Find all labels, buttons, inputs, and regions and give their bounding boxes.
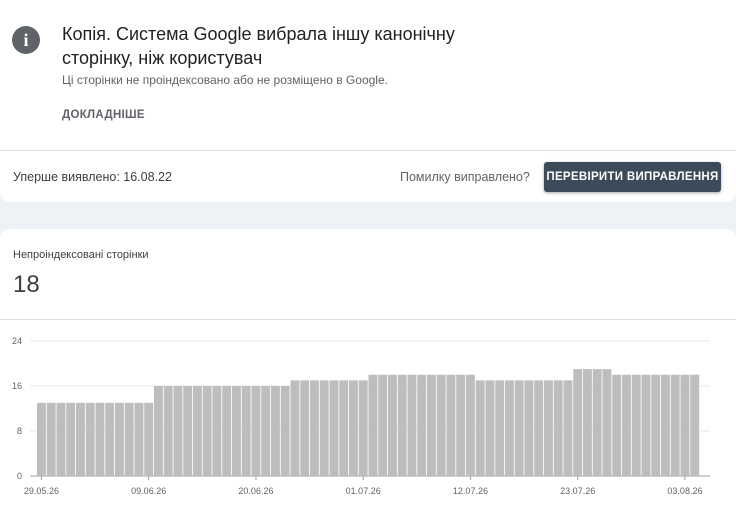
bar [573,369,583,476]
bar [56,402,66,476]
fixed-question: Помилку виправлено? [400,170,530,184]
bar [407,374,417,476]
bar [544,380,553,476]
bar [300,380,310,476]
bar [495,380,505,476]
bar [163,386,173,476]
bar [466,374,475,476]
bar [631,374,641,476]
bar [329,380,339,476]
bar [271,386,280,476]
validate-fix-button[interactable]: ПЕРЕВІРИТИ ВИПРАВЛЕННЯ [544,162,721,192]
bar [349,380,358,476]
bar [202,386,212,476]
bar [612,374,622,476]
x-tick-label: 29.05.26 [24,486,59,496]
bar [154,386,163,476]
bar [339,380,349,476]
bar [583,369,592,476]
bar [534,380,544,476]
bar [553,380,563,476]
x-tick-label: 20.06.26 [238,486,273,496]
bar [105,402,115,476]
bar [446,374,456,476]
learn-more-link[interactable]: ДОКЛАДНІШЕ [62,109,145,121]
bar [651,374,661,476]
bar [427,374,436,476]
bar [514,380,524,476]
bar [124,402,134,476]
bar [670,374,680,476]
bar [144,402,154,476]
bar [378,374,388,476]
bar [592,369,602,476]
bar [37,402,46,476]
bar [290,380,300,476]
chart-card: Непроіндексовані сторінки 18 0 8 16 24 29.05… [0,229,736,512]
bar [251,386,261,476]
issue-subtitle: Ці сторінки не проіндексовано або не роз… [62,73,388,87]
y-tick-label: 8 [17,426,22,436]
bar [475,380,485,476]
bar [358,380,368,476]
bar [261,386,271,476]
x-tick-label: 23.07.26 [560,486,595,496]
bar [680,374,690,476]
bar [602,369,612,476]
bar [524,380,534,476]
bar [485,380,495,476]
x-tick-label: 09.06.26 [131,486,166,496]
bar [173,386,183,476]
bar [661,374,670,476]
bar [222,386,232,476]
bar [690,374,700,476]
bar [622,374,631,476]
bar [85,402,95,476]
bar [436,374,446,476]
bar [641,374,651,476]
divider [0,150,736,151]
bar [76,402,85,476]
x-tick-label: 01.07.26 [346,486,381,496]
bar [115,402,124,476]
issue-card: i Копія. Система Google вибрала іншу кан… [0,0,736,202]
first-detected-date: Уперше виявлено: 16.08.22 [13,170,172,184]
y-tick-label: 16 [12,381,22,391]
bar [388,374,397,476]
info-icon: i [12,26,40,54]
bar [456,374,466,476]
bar [95,402,105,476]
bar [397,374,407,476]
bar [417,374,427,476]
bar [319,380,329,476]
bar [46,402,56,476]
bar [193,386,202,476]
bar [241,386,251,476]
bar [66,402,76,476]
bar-chart: 0 8 16 24 29.05.26 09.06.26 20.06.26 01.07.26 12… [12,336,710,496]
y-tick-label: 24 [12,336,22,346]
issue-title: Копія. Система Google вибрала іншу канон… [62,24,455,68]
bar [505,380,514,476]
bar [232,386,241,476]
x-tick-label: 03.08.26 [667,486,702,496]
bar [368,374,378,476]
y-tick-label: 0 [17,471,22,481]
bar [310,380,319,476]
x-tick-label: 12.07.26 [453,486,488,496]
bar [563,380,573,476]
bar [212,386,222,476]
bar [183,386,193,476]
bar [280,386,290,476]
bar [134,402,144,476]
